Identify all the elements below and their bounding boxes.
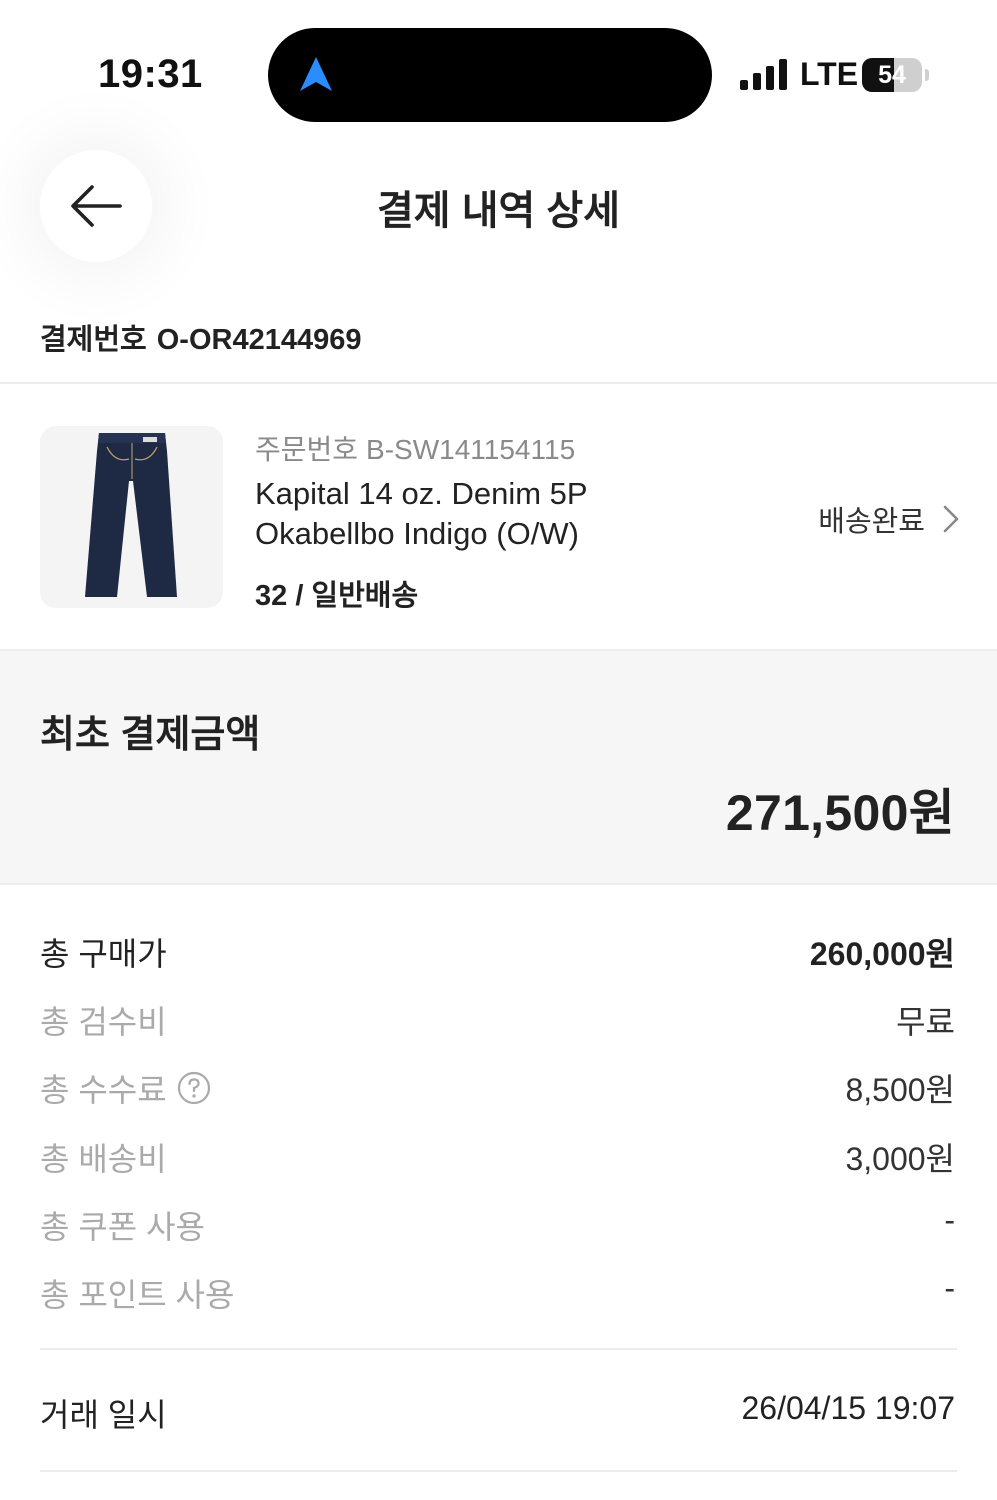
product-name: Kapital 14 oz. Denim 5P Okabellbo Indigo… bbox=[255, 476, 588, 551]
breakdown-row-points: 총 포인트 사용 - bbox=[40, 1260, 955, 1313]
order-number-label: 주문번호 bbox=[255, 434, 359, 465]
battery-percent: 54 bbox=[878, 61, 906, 89]
breakdown-row-inspection: 총 검수비 무료 bbox=[40, 987, 955, 1040]
product-image[interactable] bbox=[40, 426, 223, 608]
signal-bars-icon bbox=[740, 59, 787, 90]
breakdown-value: 260,000원 bbox=[809, 936, 955, 972]
status-time: 19:31 bbox=[98, 52, 203, 96]
payment-number-value: O-OR42144969 bbox=[156, 324, 362, 356]
breakdown-row-shipping: 총 배송비 3,000원 bbox=[40, 1124, 955, 1177]
breakdown-value: - bbox=[944, 1270, 955, 1306]
breakdown-label: 총 검수비 bbox=[40, 1004, 167, 1040]
breakdown-value: - bbox=[944, 1202, 955, 1238]
divider bbox=[40, 1348, 957, 1350]
chevron-right-icon bbox=[943, 505, 959, 533]
divider bbox=[0, 883, 997, 885]
jeans-icon bbox=[84, 433, 177, 597]
breakdown-row-fee: 총 수수료 8,500원 bbox=[40, 1055, 955, 1108]
breakdown-label-wrap: 총 수수료 bbox=[40, 1065, 211, 1111]
breakdown-label: 총 구매가 bbox=[40, 936, 167, 972]
breakdown-row-coupon: 총 쿠폰 사용 - bbox=[40, 1192, 955, 1245]
question-circle-icon[interactable] bbox=[177, 1071, 211, 1105]
navigation-arrow-icon bbox=[300, 57, 332, 91]
delivery-status-label: 배송완료 bbox=[818, 506, 925, 538]
network-type: LTE bbox=[800, 56, 859, 92]
breakdown-row-purchase: 총 구매가 260,000원 bbox=[40, 919, 955, 972]
trade-datetime-label: 거래 일시 bbox=[40, 1397, 167, 1433]
order-number: 주문번호 B-SW141154115 bbox=[255, 428, 575, 468]
divider bbox=[40, 1470, 957, 1472]
divider bbox=[0, 382, 997, 384]
breakdown-label: 총 수수료 bbox=[40, 1072, 167, 1108]
battery-icon: 54 bbox=[862, 58, 930, 92]
breakdown-value: 8,500원 bbox=[845, 1072, 955, 1108]
dynamic-island bbox=[268, 28, 712, 122]
total-payment-section: 최초 결제금액 271,500원 bbox=[0, 651, 997, 884]
status-bar: 19:31 LTE 54 bbox=[0, 0, 997, 130]
page-title: 결제 내역 상세 bbox=[376, 189, 621, 233]
payment-number-label: 결제번호 bbox=[40, 324, 147, 356]
total-payment-title: 최초 결제금액 bbox=[40, 714, 261, 756]
product-row[interactable]: 주문번호 B-SW141154115 Kapital 14 oz. Denim 5… bbox=[0, 386, 997, 650]
breakdown-value: 3,000원 bbox=[845, 1141, 955, 1177]
delivery-status-link[interactable]: 배송완료 bbox=[818, 498, 961, 540]
breakdown-label: 총 배송비 bbox=[40, 1141, 167, 1177]
payment-number: 결제번호 O-OR42144969 bbox=[40, 316, 361, 358]
product-option: 32 / 일반배송 bbox=[255, 580, 419, 612]
breakdown-value: 무료 bbox=[896, 1004, 955, 1040]
breakdown-label: 총 쿠폰 사용 bbox=[40, 1209, 205, 1245]
order-number-value: B-SW141154115 bbox=[366, 434, 576, 465]
breakdown-label: 총 포인트 사용 bbox=[40, 1277, 235, 1313]
total-payment-amount: 271,500원 bbox=[725, 785, 955, 841]
trade-datetime-value: 26/04/15 19:07 bbox=[741, 1390, 955, 1426]
